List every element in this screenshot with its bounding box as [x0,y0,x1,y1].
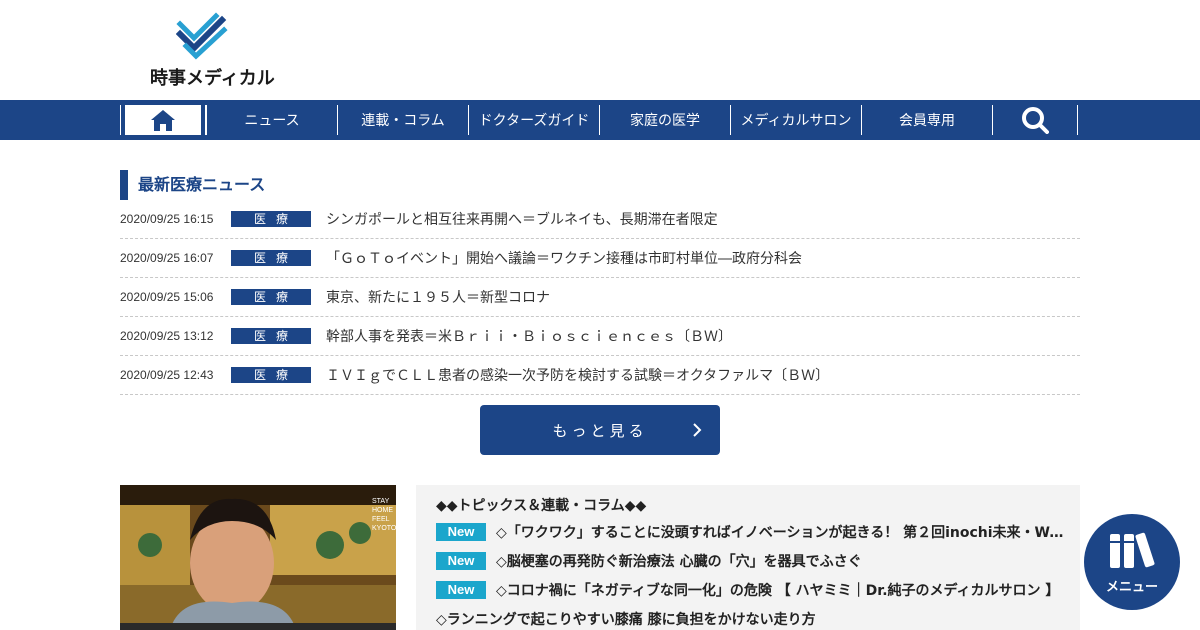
topic-item[interactable]: New ◇脳梗塞の再発防ぐ新治療法 心臓の「穴」を器具でふさぐ [436,551,1080,571]
video-overlay-text: STAY HOME FEEL KYOTO [372,498,396,532]
news-date: 2020/09/25 16:15 [120,212,214,226]
nav-search[interactable] [992,105,1078,135]
site-logo-text: 時事メディカル [150,68,275,89]
more-news-button[interactable]: もっと見る [480,405,720,455]
main-nav: ニュース 連載・コラム ドクターズガイド 家庭の医学 メディカルサロン 会員専用 [0,100,1200,140]
topic-link[interactable]: ◇コロナ禍に「ネガティブな同一化」の危険 【 ハヤミミ｜Dr.純子のメディカルサ… [496,580,1059,600]
news-date: 2020/09/25 13:12 [120,329,214,343]
topics-panel: ◆◆トピックス＆連載・コラム◆◆ New ◇「ワクワク」することに没頭すればイノ… [416,485,1080,630]
news-date: 2020/09/25 12:43 [120,368,214,382]
new-badge: New [436,552,486,570]
news-title-link[interactable]: シンガポールと相互往来再開へ＝ブルネイも、長期滞在者限定 [326,209,718,229]
nav-item-medical-salon[interactable]: メディカルサロン [730,105,861,135]
books-icon [1110,532,1155,568]
home-icon [151,110,175,131]
news-title-link[interactable]: 「ＧｏＴｏイベント」開始へ議論＝ワクチン接種は市町村単位―政府分科会 [326,248,802,268]
nav-item-home-medicine[interactable]: 家庭の医学 [599,105,730,135]
latest-news-heading: 最新医療ニュース [120,170,265,200]
topic-link[interactable]: ◇「ワクワク」することに没頭すればイノベーションが起きる！ 第２回inochi未… [496,522,1070,542]
topic-item[interactable]: New ◇コロナ禍に「ネガティブな同一化」の危険 【 ハヤミミ｜Dr.純子のメデ… [436,580,1080,600]
news-category-badge: 医療 [231,211,311,227]
nav-item-doctors-guide[interactable]: ドクターズガイド [468,105,599,135]
topic-item[interactable]: New ◇「ワクワク」することに没頭すればイノベーションが起きる！ 第２回ino… [436,522,1080,542]
news-row[interactable]: 2020/09/25 16:15 医療 シンガポールと相互往来再開へ＝ブルネイも… [120,200,1080,239]
news-row[interactable]: 2020/09/25 12:43 医療 ＩＶＩｇでＣＬＬ患者の感染一次予防を検討… [120,356,1080,395]
news-category-badge: 医療 [231,289,311,305]
video-scene-image [120,485,396,630]
topic-link[interactable]: ◇脳梗塞の再発防ぐ新治療法 心臓の「穴」を器具でふさぐ [496,551,862,571]
video-thumbnail[interactable]: STAY HOME FEEL KYOTO [120,485,396,630]
news-date: 2020/09/25 16:07 [120,251,214,265]
news-row[interactable]: 2020/09/25 13:12 医療 幹部人事を発表＝米Ｂｒｉｉ・Ｂｉｏｓｃｉ… [120,317,1080,356]
news-category-badge: 医療 [231,328,311,344]
nav-item-members[interactable]: 会員専用 [861,105,992,135]
news-row[interactable]: 2020/09/25 16:07 医療 「ＧｏＴｏイベント」開始へ議論＝ワクチン… [120,239,1080,278]
search-icon [1022,107,1049,134]
topic-item[interactable]: ◇ランニングで起こりやすい膝痛 膝に負担をかけない走り方 [436,609,1080,629]
site-logo[interactable]: 時事メディカル [146,12,275,90]
menu-button-label: メニュー [1105,579,1158,595]
news-category-badge: 医療 [231,250,311,266]
nav-item-column[interactable]: 連載・コラム [337,105,468,135]
new-badge: New [436,581,486,599]
chevron-right-icon [693,423,702,437]
news-row[interactable]: 2020/09/25 15:06 医療 東京、新たに１９５人＝新型コロナ [120,278,1080,317]
news-title-link[interactable]: ＩＶＩｇでＣＬＬ患者の感染一次予防を検討する試験＝オクタファルマ〔ＢＷ〕 [326,365,829,385]
nav-item-news[interactable]: ニュース [206,105,337,135]
more-news-label: もっと見る [552,421,648,440]
news-date: 2020/09/25 15:06 [120,290,214,304]
new-badge: New [436,523,486,541]
news-category-badge: 医療 [231,367,311,383]
news-title-link[interactable]: 東京、新たに１９５人＝新型コロナ [326,287,550,307]
news-title-link[interactable]: 幹部人事を発表＝米Ｂｒｉｉ・Ｂｉｏｓｃｉｅｎｃｅｓ〔ＢＷ〕 [326,326,732,346]
logo-mark-icon [176,12,228,60]
topics-heading: ◆◆トピックス＆連載・コラム◆◆ [436,498,647,514]
latest-news-list: 2020/09/25 16:15 医療 シンガポールと相互往来再開へ＝ブルネイも… [120,200,1080,395]
topic-link[interactable]: ◇ランニングで起こりやすい膝痛 膝に負担をかけない走り方 [436,609,816,629]
site-header: 時事メディカル [0,0,1200,100]
nav-home[interactable] [120,105,206,135]
menu-button[interactable]: メニュー [1084,514,1180,610]
